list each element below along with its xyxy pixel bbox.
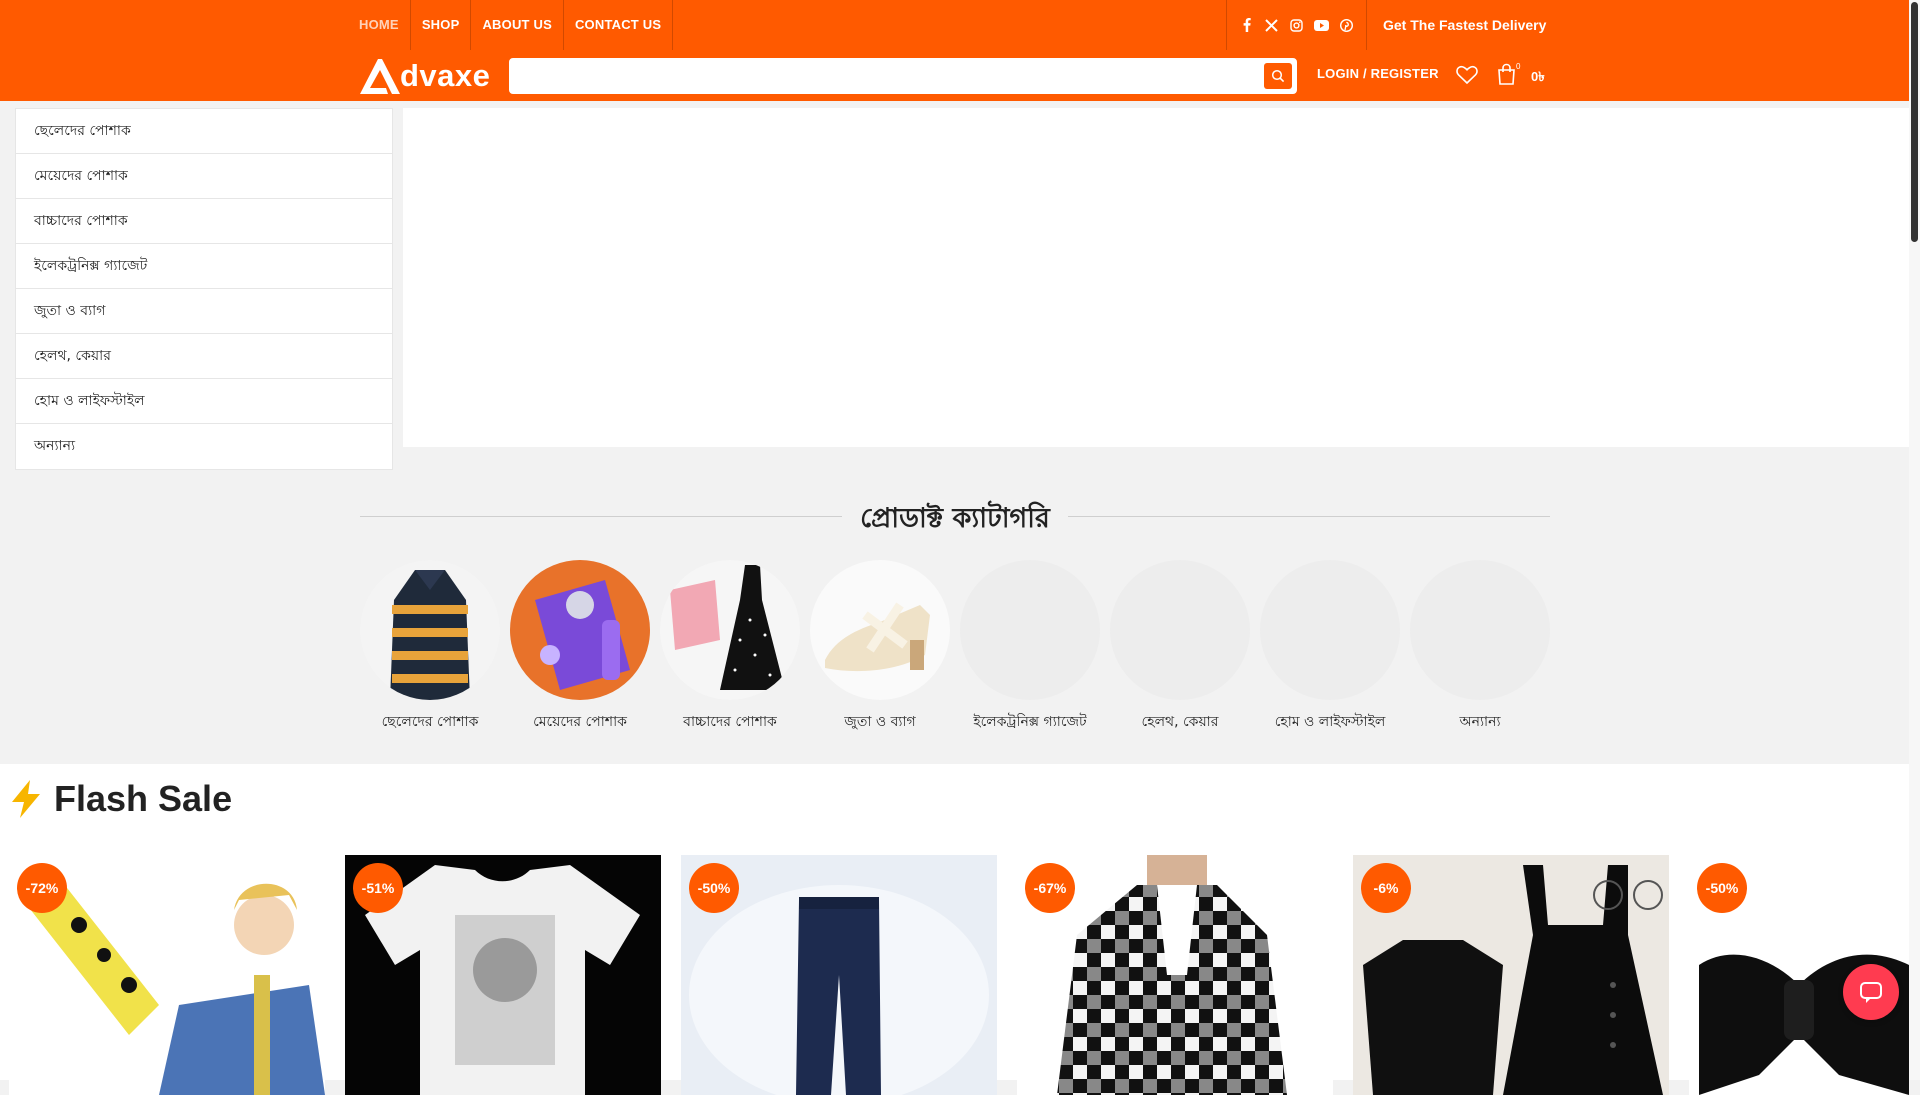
- search-button[interactable]: [1264, 63, 1292, 89]
- category-image: [960, 560, 1100, 700]
- sidebar-item-electronics[interactable]: ইলেকট্রনিক্স গ্যাজেট: [16, 244, 392, 289]
- category-item[interactable]: হেলথ, কেয়ার: [1110, 560, 1250, 734]
- sidebar-item-health-care[interactable]: হেলথ, কেয়ার: [16, 334, 392, 379]
- category-item[interactable]: ছেলেদের পোশাক: [360, 560, 500, 734]
- logo-mark-icon: [360, 59, 400, 94]
- shopping-bag-icon: [1498, 63, 1515, 85]
- sidebar-item-home-lifestyle[interactable]: হোম ও লাইফস্টাইল: [16, 379, 392, 424]
- category-name: অন্যান্য: [1459, 714, 1501, 730]
- category-image: [1410, 560, 1550, 700]
- chat-bubble-icon: [1860, 982, 1882, 1003]
- flash-sale-title-text: Flash Sale: [54, 778, 233, 819]
- product-card[interactable]: -50%: [681, 855, 997, 1095]
- search-bar: [509, 58, 1297, 94]
- category-name: ইলেকট্রনিক্স গ্যাজেট: [973, 714, 1087, 730]
- category-item[interactable]: বাচ্চাদের পোশাক: [660, 560, 800, 734]
- product-card[interactable]: -67%: [1017, 855, 1333, 1095]
- category-name: বাচ্চাদের পোশাক: [683, 714, 777, 730]
- discount-badge: -6%: [1361, 863, 1411, 913]
- pinterest-icon[interactable]: [1339, 18, 1354, 33]
- category-image: [510, 560, 650, 700]
- category-item[interactable]: ইলেকট্রনিক্স গ্যাজেট: [960, 560, 1100, 734]
- discount-badge: -50%: [689, 863, 739, 913]
- flash-sale-title: Flash Sale: [8, 778, 232, 820]
- category-list: ছেলেদের পোশাক মেয়েদের পোশাক বাচ্চাদের প…: [360, 560, 1550, 734]
- category-image: [810, 560, 950, 700]
- discount-badge: -67%: [1025, 863, 1075, 913]
- page-scrollbar[interactable]: [1909, 0, 1920, 1080]
- category-name: হেলথ, কেয়ার: [1141, 714, 1219, 730]
- cart-count: 0: [1516, 62, 1521, 71]
- category-image: [360, 560, 500, 700]
- lightning-icon: [12, 780, 40, 818]
- nav-shop[interactable]: SHOP: [411, 0, 472, 50]
- category-sidebar: ছেলেদের পোশাক মেয়েদের পোশাক বাচ্চাদের প…: [15, 108, 393, 470]
- discount-badge: -72%: [17, 863, 67, 913]
- nav-about-us[interactable]: ABOUT US: [471, 0, 564, 50]
- product-card[interactable]: -6%: [1353, 855, 1669, 1095]
- sidebar-item-shoes-bags[interactable]: জুতা ও ব্যাগ: [16, 289, 392, 334]
- categories-header: প্রোডাক্ট ক্যাটাগরি: [360, 498, 1550, 534]
- product-card[interactable]: -72%: [9, 855, 325, 1095]
- sidebar-item-womens-clothing[interactable]: মেয়েদের পোশাক: [16, 154, 392, 199]
- category-item[interactable]: জুতা ও ব্যাগ: [810, 560, 950, 734]
- delivery-text: Get The Fastest Delivery: [1383, 17, 1547, 33]
- facebook-icon[interactable]: [1239, 18, 1254, 33]
- discount-badge: -50%: [1697, 863, 1747, 913]
- sidebar-item-mens-clothing[interactable]: ছেলেদের পোশাক: [16, 109, 392, 154]
- discount-badge: -51%: [353, 863, 403, 913]
- hero-banner[interactable]: [403, 108, 1910, 447]
- chat-button[interactable]: [1843, 964, 1899, 1020]
- site-logo[interactable]: dvaxe: [358, 54, 491, 98]
- wishlist-button[interactable]: [1456, 65, 1478, 90]
- categories-title: প্রোডাক্ট ক্যাটাগরি: [860, 503, 1050, 534]
- category-name: হোম ও লাইফস্টাইল: [1274, 714, 1386, 730]
- sidebar-item-kids-clothing[interactable]: বাচ্চাদের পোশাক: [16, 199, 392, 244]
- login-register-link[interactable]: LOGIN / REGISTER: [1317, 66, 1439, 81]
- heart-icon: [1456, 65, 1478, 85]
- category-item[interactable]: মেয়েদের পোশাক: [510, 560, 650, 734]
- top-navigation: HOME SHOP ABOUT US CONTACT US: [348, 0, 674, 50]
- category-item[interactable]: অন্যান্য: [1410, 560, 1550, 734]
- site-header: HOME SHOP ABOUT US CONTACT US Get The Fa…: [0, 0, 1909, 101]
- category-item[interactable]: হোম ও লাইফস্টাইল: [1260, 560, 1400, 734]
- search-icon: [1271, 69, 1285, 83]
- cart-total[interactable]: 0৳: [1531, 68, 1545, 89]
- cart-button[interactable]: [1497, 63, 1516, 90]
- category-image: [660, 560, 800, 700]
- nav-home[interactable]: HOME: [348, 0, 411, 50]
- category-image: [1260, 560, 1400, 700]
- youtube-icon[interactable]: [1314, 18, 1329, 33]
- logo-text: dvaxe: [400, 58, 491, 93]
- product-card[interactable]: -51%: [345, 855, 661, 1095]
- category-image: [1110, 560, 1250, 700]
- category-name: ছেলেদের পোশাক: [381, 714, 479, 730]
- instagram-icon[interactable]: [1289, 18, 1304, 33]
- flash-sale-section: Flash Sale -72% -51% -50% -67% -6% -50%: [0, 764, 1909, 1095]
- category-name: জুতা ও ব্যাগ: [844, 714, 916, 730]
- nav-contact-us[interactable]: CONTACT US: [564, 0, 674, 50]
- scrollbar-thumb[interactable]: [1911, 2, 1918, 242]
- search-input[interactable]: [519, 64, 1239, 88]
- social-links: [1226, 0, 1367, 50]
- category-name: মেয়েদের পোশাক: [533, 714, 627, 730]
- x-icon[interactable]: [1264, 18, 1279, 33]
- sidebar-item-others[interactable]: অন্যান্য: [16, 424, 392, 469]
